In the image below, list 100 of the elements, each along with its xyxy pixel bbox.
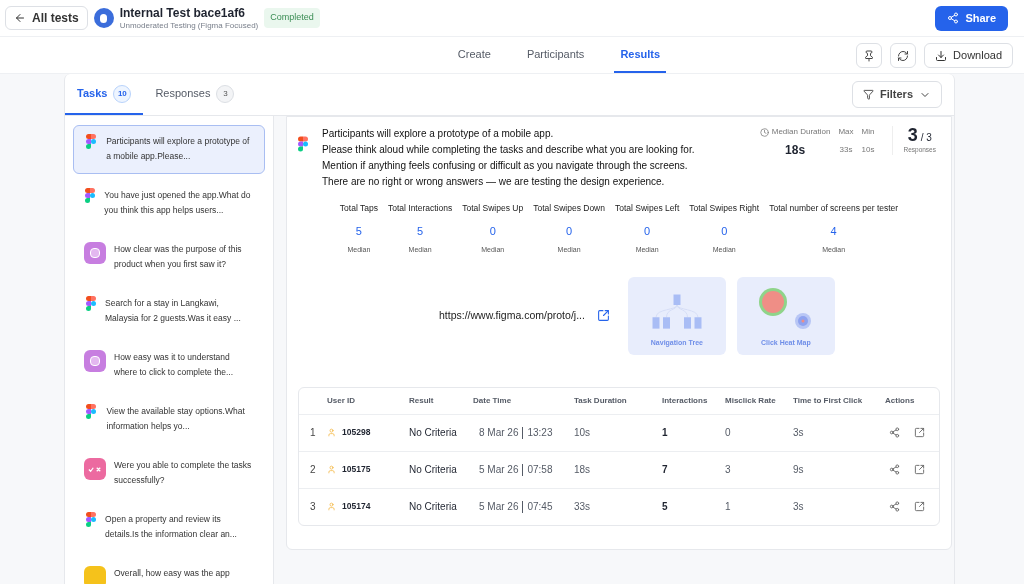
figma-logo-icon xyxy=(85,296,96,311)
user-icon xyxy=(327,502,336,512)
time-cell-text: 13:23 xyxy=(527,426,553,441)
filter-icon xyxy=(863,89,874,100)
first-click-cell-text: 3s xyxy=(793,500,805,515)
figma-logo-icon xyxy=(85,512,96,527)
column-header: User ID xyxy=(327,394,356,407)
back-arrow-icon xyxy=(14,12,26,24)
download-icon xyxy=(935,49,948,62)
prototype-url: https://www.figma.com/proto/j... xyxy=(439,307,585,323)
metric-value: 5 xyxy=(355,223,362,239)
test-subtitle: Unmoderated Testing (Figma Focused) xyxy=(119,20,259,31)
clock-icon xyxy=(759,127,769,137)
filters-button[interactable]: Filters xyxy=(852,81,942,108)
duration-cell-text: 18s xyxy=(574,463,592,478)
figma-logo-icon xyxy=(85,188,96,203)
share-icon[interactable] xyxy=(889,427,900,439)
metric-label: Total Interactions xyxy=(387,202,453,215)
date-cell-text: 5 Mar 26 xyxy=(479,463,519,478)
metric-value: 0 xyxy=(644,223,651,239)
interactions-cell-text: 1 xyxy=(662,426,669,441)
share-icon xyxy=(947,12,960,24)
download-button[interactable]: Download xyxy=(924,43,1013,68)
row-number: 1 xyxy=(309,426,317,441)
interactions-cell-text: 7 xyxy=(662,463,669,478)
misclick-cell-text: 0 xyxy=(725,426,732,441)
metric-value: 0 xyxy=(489,223,496,239)
external-link-icon[interactable] xyxy=(914,427,925,439)
column-header: Task Duration xyxy=(574,394,628,407)
column-header: Result xyxy=(409,394,435,407)
metric-label: Total Swipes Left xyxy=(615,202,680,215)
date-cell-text: 8 Mar 26 xyxy=(479,426,519,441)
external-link-icon[interactable] xyxy=(596,309,610,323)
row-number: 2 xyxy=(309,463,317,478)
responses-count: 3 xyxy=(907,126,918,144)
date-cell-text: 5 Mar 26 xyxy=(479,500,519,515)
metric-label: Total number of screens per tester xyxy=(769,202,899,215)
interactions-cell-text: 5 xyxy=(662,500,669,515)
back-button[interactable]: All tests xyxy=(5,6,88,30)
duration-cell-text: 10s xyxy=(574,426,592,441)
user-id: 105175 xyxy=(342,463,371,477)
result-cell-text: No Criteria xyxy=(409,500,458,515)
share-icon[interactable] xyxy=(889,501,900,513)
misclick-cell-text: 1 xyxy=(725,500,732,515)
panel-tab[interactable]: Responses 3 xyxy=(143,74,247,115)
figma-logo-icon xyxy=(86,134,97,149)
min-label: Min xyxy=(861,126,875,138)
survey-icon xyxy=(84,242,106,264)
metric-value: 0 xyxy=(566,223,573,239)
test-avatar-icon xyxy=(93,8,114,28)
metric-label: Total Swipes Up xyxy=(462,202,524,215)
median-duration-value: 18s xyxy=(785,142,806,159)
first-click-cell-text: 3s xyxy=(793,426,805,441)
metric-label: Total Swipes Right xyxy=(689,202,760,215)
figma-logo-icon xyxy=(86,404,97,419)
external-link-icon[interactable] xyxy=(914,501,925,513)
survey-icon xyxy=(84,350,106,372)
time-cell-text: 07:58 xyxy=(527,463,553,478)
task-item[interactable]: Participants will explore a prototype of a mobile app.Please... xyxy=(73,125,265,174)
rating-icon xyxy=(84,566,106,584)
nav-tab[interactable]: Participants xyxy=(520,37,591,73)
max-label: Max xyxy=(838,126,854,138)
nav-tab[interactable]: Create xyxy=(451,37,497,73)
status-label: Completed xyxy=(264,8,320,28)
metric-value: 0 xyxy=(721,223,728,239)
result-cell-text: No Criteria xyxy=(409,426,458,441)
max-value: 33s xyxy=(839,144,853,156)
column-header: Misclick Rate xyxy=(725,394,777,407)
result-cell-text: No Criteria xyxy=(409,463,458,478)
column-header: Interactions xyxy=(662,394,709,407)
figma-logo-icon xyxy=(298,136,308,152)
time-cell-text: 07:45 xyxy=(527,500,553,515)
user-icon xyxy=(327,428,336,438)
misclick-cell-text: 3 xyxy=(725,463,732,478)
share-icon[interactable] xyxy=(889,464,900,476)
check-cross-icon xyxy=(84,458,106,480)
task-description: Participants will explore a prototype of a mobile app. Please think aloud while completing the tasks and describe what you are looking for. Mention if anything feels confusing or difficult as you navigate through the screens. There are no right or wrong answers — we are testing the design experience. xyxy=(322,127,696,189)
metric-value: 5 xyxy=(417,223,424,239)
column-header: Actions xyxy=(885,394,916,407)
user-id: 105298 xyxy=(342,426,371,440)
share-button[interactable]: Share xyxy=(935,5,1008,31)
duration-cell-text: 33s xyxy=(574,500,592,515)
pin-icon xyxy=(863,49,876,62)
column-header: Date Time xyxy=(473,394,513,407)
test-title: Internal Test bace1af6 xyxy=(119,5,246,21)
user-id: 105174 xyxy=(342,500,371,514)
external-link-icon[interactable] xyxy=(914,464,925,476)
metric-value: 4 xyxy=(830,223,837,239)
min-value: 10s xyxy=(861,144,875,156)
pin-button[interactable] xyxy=(856,43,883,68)
responses-total: / 3 xyxy=(920,131,932,145)
refresh-icon xyxy=(897,49,910,62)
user-icon xyxy=(327,465,336,475)
metric-label: Total Swipes Down xyxy=(533,202,605,215)
row-number: 3 xyxy=(309,500,317,515)
first-click-cell-text: 9s xyxy=(793,463,805,478)
column-header: Time to First Click xyxy=(793,394,864,407)
median-duration-label: Median Duration xyxy=(771,126,831,138)
refresh-button[interactable] xyxy=(890,43,917,68)
metric-label: Total Taps xyxy=(339,202,378,215)
